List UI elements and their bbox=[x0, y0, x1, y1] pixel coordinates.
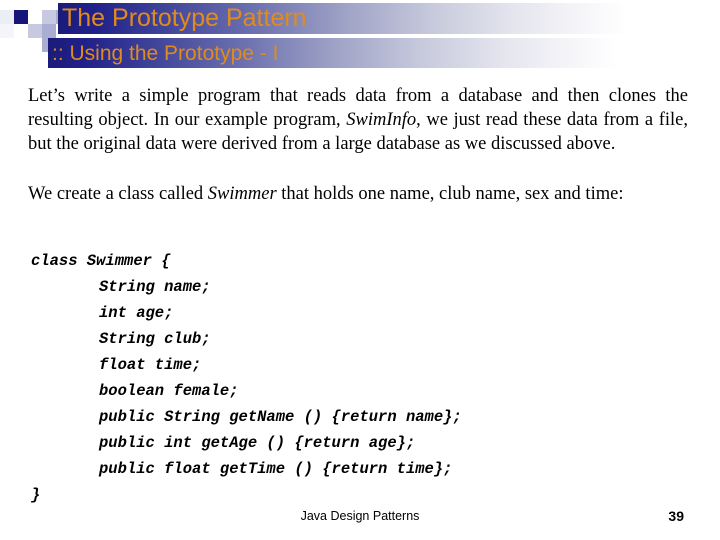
decorative-square-9 bbox=[0, 24, 14, 38]
slide: The Prototype Pattern :: Using the Proto… bbox=[0, 0, 720, 540]
code-line-4: float time; bbox=[99, 356, 202, 374]
decorative-square-0 bbox=[14, 10, 28, 24]
paragraph-class-part2: that holds one name, club name, sex and … bbox=[276, 184, 624, 204]
code-line-3: String club; bbox=[99, 330, 211, 348]
body-content: Let’s write a simple program that reads … bbox=[28, 84, 688, 206]
page-title: The Prototype Pattern bbox=[62, 4, 307, 32]
paragraph-class-description: We create a class called Swimmer that ho… bbox=[28, 182, 688, 206]
code-line-1: String name; bbox=[99, 278, 211, 296]
code-line-7: public int getAge () {return age}; bbox=[99, 434, 416, 452]
decorative-square-8 bbox=[0, 10, 14, 24]
decorative-square-6 bbox=[28, 38, 42, 52]
swiminfo-program-name: SwimInfo bbox=[346, 110, 417, 130]
decorative-square-4 bbox=[28, 24, 42, 38]
page-subtitle: :: Using the Prototype - I bbox=[52, 42, 279, 65]
code-listing: class Swimmer { String name; int age; Strin… bbox=[31, 248, 651, 508]
page-number: 39 bbox=[668, 508, 684, 524]
paragraph-class-part1: We create a class called bbox=[28, 184, 208, 204]
decorative-square-5 bbox=[42, 24, 56, 38]
paragraph-intro: Let’s write a simple program that reads … bbox=[28, 84, 688, 156]
code-line-8: public float getTime () {return time}; bbox=[99, 460, 453, 478]
code-line-5: boolean female; bbox=[99, 382, 239, 400]
footer-title: Java Design Patterns bbox=[300, 509, 420, 523]
code-line-0: class Swimmer { bbox=[31, 252, 171, 270]
decorative-square-1 bbox=[42, 10, 56, 24]
code-line-6: public String getName () {return name}; bbox=[99, 408, 462, 426]
code-line-9: } bbox=[31, 486, 41, 504]
code-line-2: int age; bbox=[99, 304, 174, 322]
swimmer-class-name: Swimmer bbox=[207, 184, 277, 204]
